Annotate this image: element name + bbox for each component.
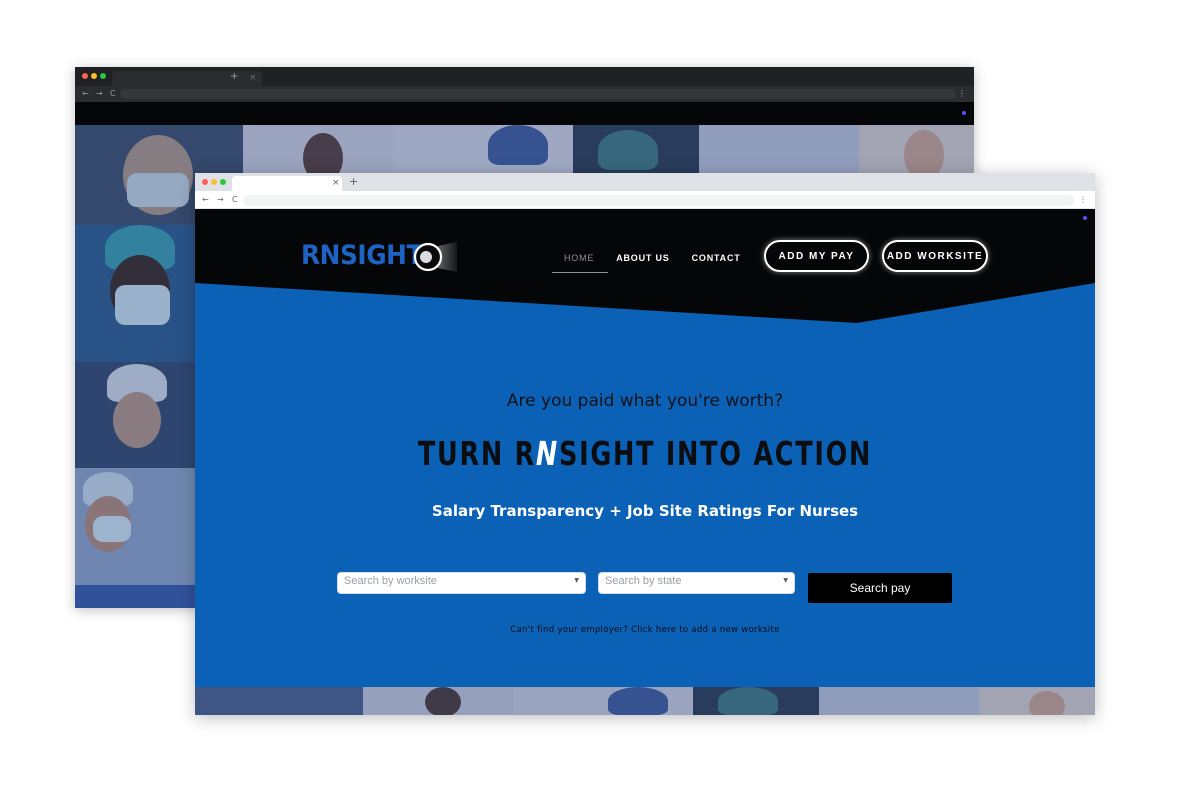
worksite-placeholder: Search by worksite xyxy=(344,575,437,587)
photo-tile xyxy=(195,687,363,715)
maximize-window-dot[interactable] xyxy=(220,179,226,185)
browser-menu-icon[interactable]: ⋮ xyxy=(1079,194,1087,206)
close-window-dot[interactable] xyxy=(82,73,88,79)
back-arrow-icon[interactable]: ← xyxy=(202,194,209,206)
back-title-bar: × + xyxy=(75,67,974,86)
back-arrow-icon[interactable]: ← xyxy=(82,88,89,100)
state-search-select[interactable]: Search by state ▼ xyxy=(598,572,795,594)
chevron-down-icon: ▼ xyxy=(783,577,788,584)
hero-question: Are you paid what you're worth? xyxy=(506,391,784,411)
hero-title: TURN RNSIGHT INTO ACTION xyxy=(258,434,1032,474)
photo-tile xyxy=(75,225,195,362)
nav-home[interactable]: HOME xyxy=(551,251,609,273)
photo-tile xyxy=(693,687,819,715)
reload-icon[interactable]: C xyxy=(232,194,238,206)
nav-contact[interactable]: CONTACT xyxy=(692,251,741,265)
search-pay-button[interactable]: Search pay xyxy=(808,573,952,603)
photo-tile xyxy=(363,687,513,715)
worksite-search-select[interactable]: Search by worksite ▼ xyxy=(337,572,586,594)
forward-arrow-icon[interactable]: → xyxy=(96,88,103,100)
address-bar[interactable] xyxy=(243,195,1074,206)
tab-close-icon[interactable]: × xyxy=(332,177,340,189)
front-toolbar: ← → C ⋮ xyxy=(195,191,1095,209)
maximize-window-dot[interactable] xyxy=(100,73,106,79)
back-browser-tab[interactable]: × xyxy=(112,71,262,86)
chevron-down-icon: ▼ xyxy=(574,577,579,584)
browser-menu-icon[interactable]: ⋮ xyxy=(958,88,966,100)
nurse-photo-strip xyxy=(195,687,1095,715)
add-worksite-button[interactable]: ADD WORKSITE xyxy=(882,240,988,272)
tab-close-icon[interactable]: × xyxy=(249,72,257,84)
close-window-dot[interactable] xyxy=(202,179,208,185)
photo-tile xyxy=(75,468,195,585)
rnsight-logo[interactable]: RNSIGHT xyxy=(301,238,457,274)
hero-title-part: SIGHT INTO ACTION xyxy=(559,434,873,473)
minimize-window-dot[interactable] xyxy=(211,179,217,185)
nav-about-us[interactable]: ABOUT US xyxy=(616,251,669,265)
hero-title-accent: N xyxy=(535,434,560,473)
photo-tile xyxy=(979,687,1095,715)
screenshot-stage: × + ← → C ⋮ × + ← → C ⋮ RNSIGHT HOME ABO… xyxy=(0,0,1200,800)
forward-arrow-icon[interactable]: → xyxy=(217,194,224,206)
minimize-window-dot[interactable] xyxy=(91,73,97,79)
photo-tile xyxy=(513,687,693,715)
state-placeholder: Search by state xyxy=(605,575,682,587)
hero-subtitle: Salary Transparency + Job Site Ratings F… xyxy=(431,502,859,520)
accent-dot xyxy=(1083,216,1087,220)
front-title-bar: × + xyxy=(195,173,1095,191)
address-bar[interactable] xyxy=(120,89,956,99)
main-nav: HOME ABOUT US CONTACT xyxy=(551,247,763,273)
add-worksite-link[interactable]: Can't find your employer? Click here to … xyxy=(195,624,1095,636)
photo-tile xyxy=(75,362,195,468)
reload-icon[interactable]: C xyxy=(110,88,116,100)
front-browser-window: × + ← → C ⋮ RNSIGHT HOME ABOUT US CONTAC… xyxy=(195,173,1095,715)
rnsight-homepage: RNSIGHT HOME ABOUT US CONTACT ADD MY PAY… xyxy=(195,209,1095,715)
add-my-pay-button[interactable]: ADD MY PAY xyxy=(764,240,869,272)
photo-tile xyxy=(819,687,979,715)
back-toolbar: ← → C ⋮ xyxy=(75,86,974,102)
accent-dot xyxy=(962,111,966,115)
camera-lens-icon xyxy=(413,242,457,272)
front-browser-tab[interactable]: × xyxy=(232,176,342,191)
new-tab-icon[interactable]: + xyxy=(230,71,238,83)
hero-title-part: TURN R xyxy=(417,434,536,473)
new-tab-icon[interactable]: + xyxy=(349,176,358,188)
logo-wordmark: RNSIGHT xyxy=(301,240,423,271)
